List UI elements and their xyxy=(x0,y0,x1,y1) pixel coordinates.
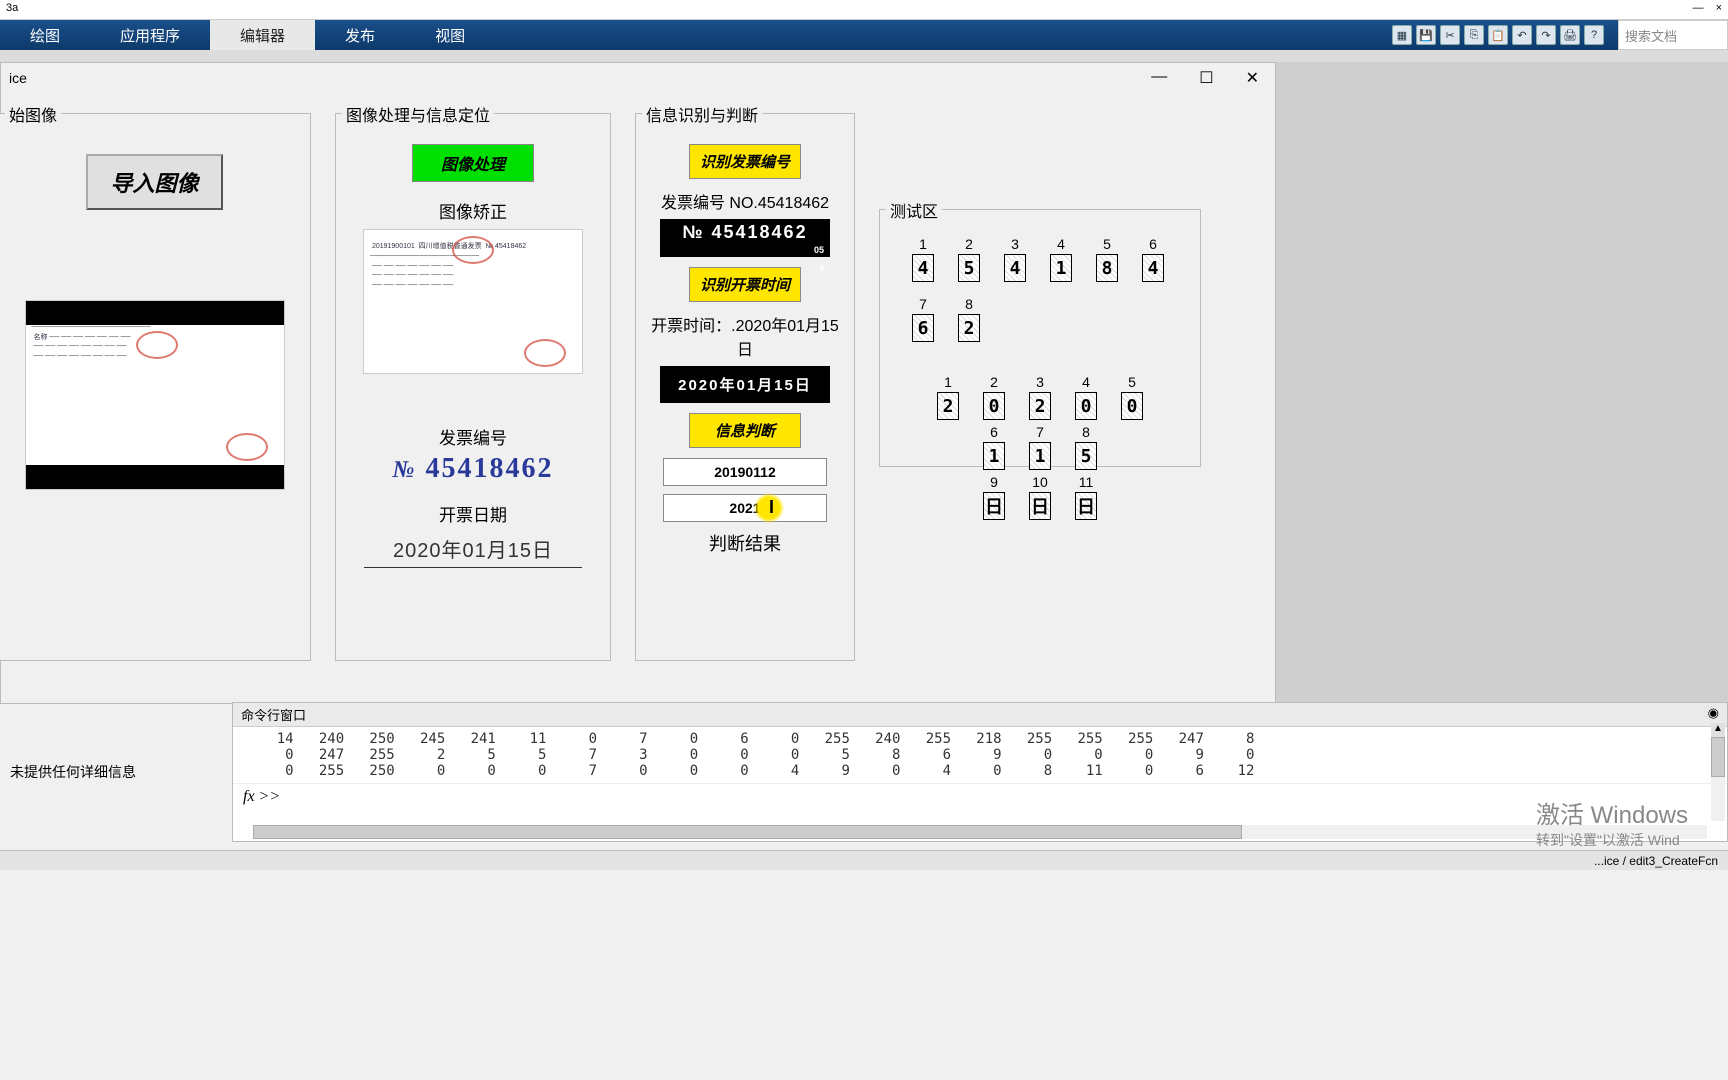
paste-icon[interactable]: 📋 xyxy=(1488,25,1508,45)
text-cursor-icon: I xyxy=(769,497,774,518)
save-icon[interactable]: 💾 xyxy=(1416,25,1436,45)
toolbar-strip xyxy=(0,50,1728,62)
background-gray xyxy=(1275,62,1728,704)
scrollbar-vertical[interactable]: ▲ xyxy=(1711,723,1725,821)
correction-label: 图像矫正 xyxy=(350,198,596,223)
input-date2[interactable]: 2021 I xyxy=(663,494,827,522)
tab-editor[interactable]: 编辑器 xyxy=(210,20,315,50)
command-window-menu-icon[interactable]: ◉ xyxy=(1708,705,1719,724)
date-strip-image: 2020年01月15日 xyxy=(660,366,830,403)
dlg-maximize-icon[interactable]: ☐ xyxy=(1199,68,1213,88)
recognized-number-text: 发票编号 NO.45418462 xyxy=(650,189,840,213)
command-window-title: 命令行窗口 xyxy=(241,705,306,724)
search-input[interactable]: 搜索文档 xyxy=(1618,20,1728,50)
copy-icon[interactable]: ⎘ xyxy=(1464,25,1484,45)
panel-original-image: 始图像 导入图像 051001900101 四川增值税普通发票 № 454184… xyxy=(0,113,311,661)
panel2-title: 图像处理与信息定位 xyxy=(342,102,494,126)
ribbon-tabs: 绘图 应用程序 编辑器 发布 视图 ▦ 💾 ✂ ⎘ 📋 ↶ ↷ 🖨 ? 搜索文档 xyxy=(0,20,1728,50)
close-icon[interactable]: × xyxy=(1716,2,1722,17)
tab-publish[interactable]: 发布 xyxy=(315,20,405,50)
recognize-date-button[interactable]: 识别开票时间 xyxy=(689,267,801,302)
help-icon[interactable]: ? xyxy=(1584,25,1604,45)
panel-test-area: 测试区 14 25 34 41 58 64 76 82 12 20619日 32… xyxy=(879,209,1201,467)
result-label: 判断结果 xyxy=(650,530,840,556)
tab-view[interactable]: 视图 xyxy=(405,20,495,50)
test-row2: 12 20619日 327110日 408511日 50 xyxy=(894,368,1186,526)
dlg-minimize-icon[interactable]: — xyxy=(1151,68,1167,88)
test-row1: 14 25 34 41 58 64 76 82 xyxy=(894,230,1186,348)
command-window: 命令行窗口 ◉ 14 240 250 245 241 11 0 7 0 6 0 … xyxy=(232,702,1728,842)
scrollbar-horizontal[interactable] xyxy=(253,825,1707,839)
print-icon[interactable]: 🖨 xyxy=(1560,25,1580,45)
tab-apps[interactable]: 应用程序 xyxy=(90,20,210,50)
status-text: ...ice / edit3_CreateFcn xyxy=(1594,854,1718,868)
import-image-button[interactable]: 导入图像 xyxy=(86,154,222,210)
windows-activation-watermark: 激活 Windows 转到"设置"以激活 Wind xyxy=(1536,795,1688,850)
file-icon[interactable]: ▦ xyxy=(1392,25,1412,45)
command-prompt[interactable]: fx >> xyxy=(233,783,1727,810)
cut-icon[interactable]: ✂ xyxy=(1440,25,1460,45)
details-empty-text: 未提供任何详细信息 xyxy=(0,752,146,792)
statusbar: ...ice / edit3_CreateFcn xyxy=(0,850,1728,870)
tab-draw[interactable]: 绘图 xyxy=(0,20,90,50)
number-strip-image: № 45418462 054 xyxy=(660,219,830,257)
minimize-icon[interactable]: — xyxy=(1693,2,1704,17)
invoice-number-display: № 45418462 xyxy=(350,453,596,485)
panel-image-processing: 图像处理与信息定位 图像处理 图像矫正 20191900101 四川增值税普通发… xyxy=(335,113,611,661)
panel4-title: 测试区 xyxy=(886,198,942,222)
dlg-close-icon[interactable]: ✕ xyxy=(1246,68,1259,88)
corrected-image-preview: 20191900101 四川增值税普通发票 № 45418462 ───────… xyxy=(363,229,583,374)
panel1-title: 始图像 xyxy=(5,102,61,126)
recognized-date-text: 开票时间：.2020年01月15日 xyxy=(650,312,840,360)
command-output: 14 240 250 245 241 11 0 7 0 6 0 255 240 … xyxy=(233,727,1727,783)
panel-recognition: 信息识别与判断 识别发票编号 发票编号 NO.45418462 № 454184… xyxy=(635,113,855,661)
undo-icon[interactable]: ↶ xyxy=(1512,25,1532,45)
original-image-preview: 051001900101 四川增值税普通发票 № 45418462 ──────… xyxy=(25,300,285,490)
process-image-button[interactable]: 图像处理 xyxy=(412,144,534,182)
gui-dialog: ice — ☐ ✕ 始图像 导入图像 051001900101 四川增值税普通发… xyxy=(0,62,1276,704)
app-titlebar: 3a — × xyxy=(0,0,1728,20)
input-date1[interactable]: 20190112 xyxy=(663,458,827,486)
recognize-number-button[interactable]: 识别发票编号 xyxy=(689,144,801,179)
invoice-no-section-label: 发票编号 xyxy=(350,424,596,449)
dialog-title: ice xyxy=(9,70,27,86)
panel3-title: 信息识别与判断 xyxy=(642,102,762,126)
invoice-date-display: 2020年01月15日 xyxy=(364,530,582,568)
app-name: 3a xyxy=(6,2,18,17)
date-section-label: 开票日期 xyxy=(350,501,596,526)
redo-icon[interactable]: ↷ xyxy=(1536,25,1556,45)
judge-button[interactable]: 信息判断 xyxy=(689,413,801,448)
